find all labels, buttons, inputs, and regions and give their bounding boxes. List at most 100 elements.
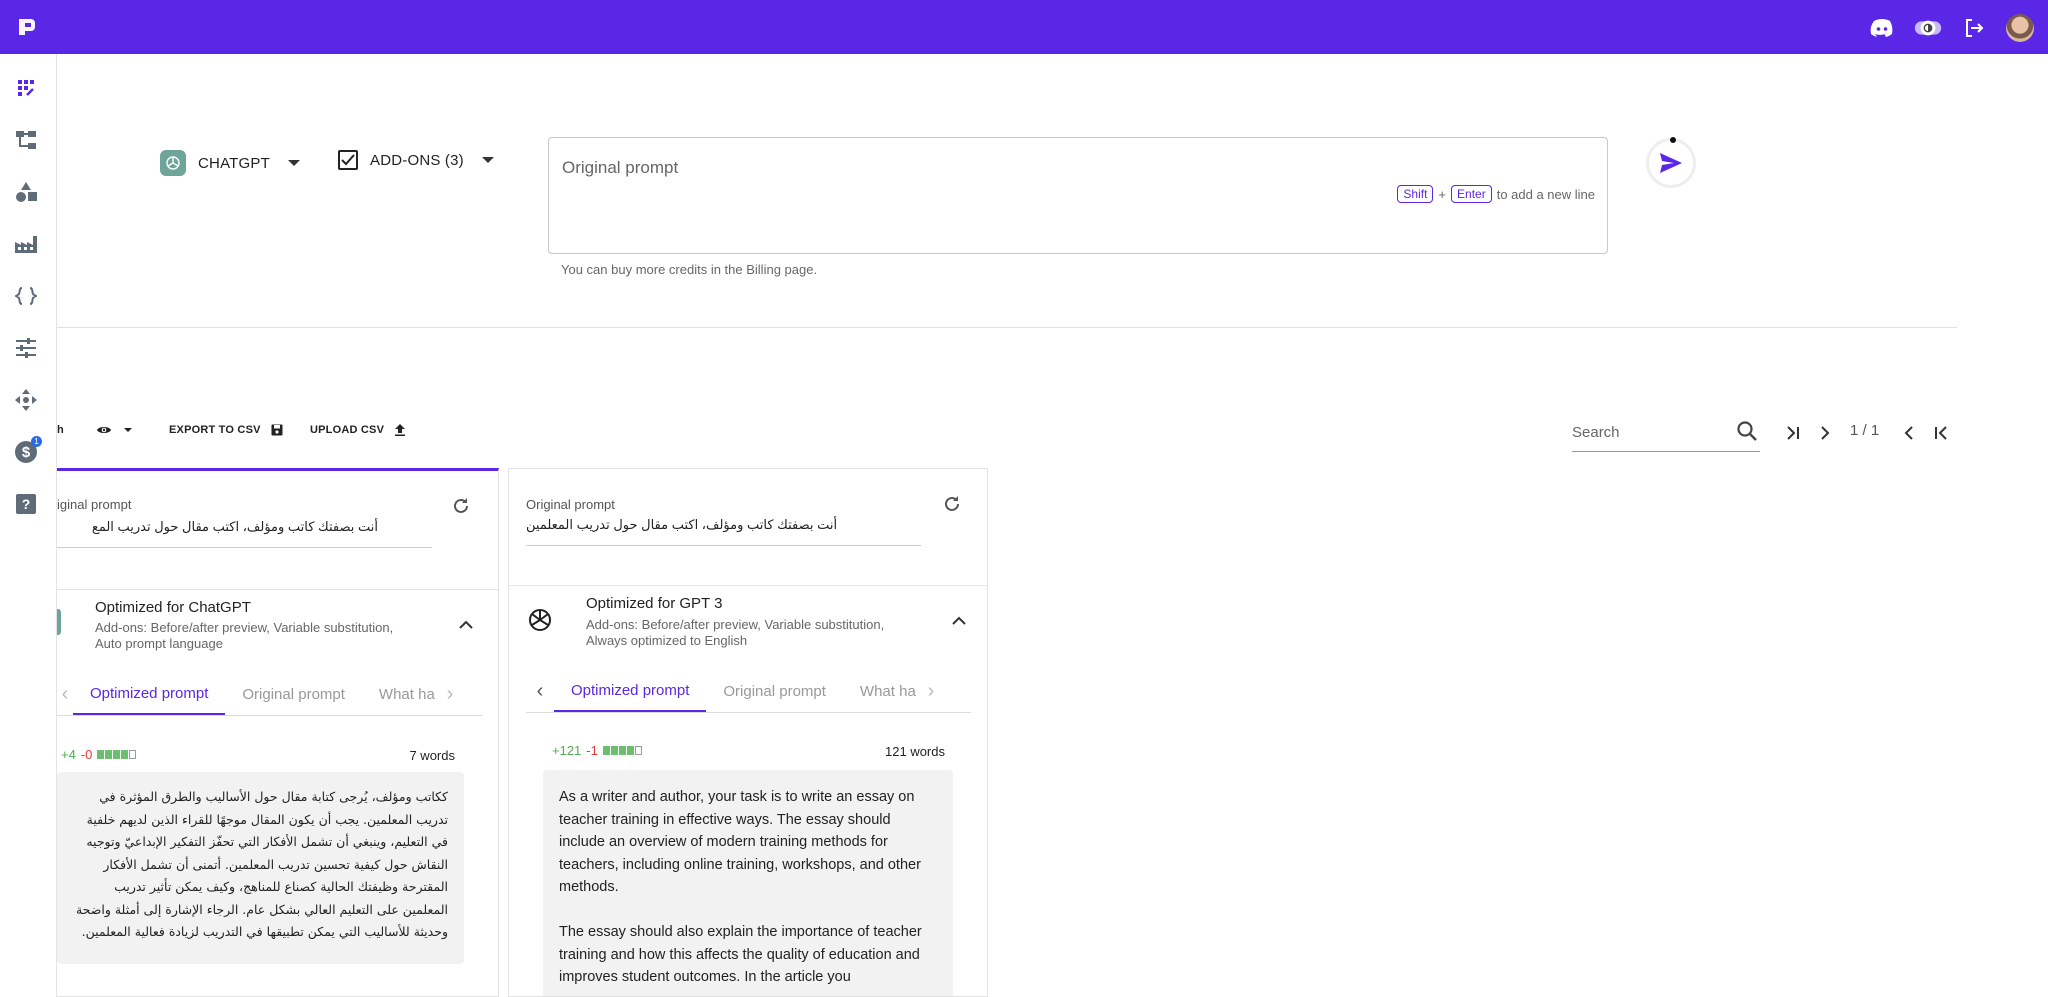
original-prompt-text: أنت بصفتك كاتب ومؤلف، اكتب مقال حول تدري… <box>526 517 838 532</box>
chevron-up-icon <box>952 616 966 625</box>
credits-note: You can buy more credits in the Billing … <box>561 262 818 277</box>
theme-toggle-icon[interactable] <box>1914 14 1942 42</box>
prompt-input[interactable]: Original prompt Shift + Enter to add a n… <box>548 137 1608 254</box>
diff-bar-segment <box>97 750 105 759</box>
chevron-down-icon <box>287 160 300 166</box>
last-page-icon <box>1787 426 1799 440</box>
refresh-icon <box>945 496 959 511</box>
enter-key-label: Enter <box>1451 185 1492 203</box>
search-icon[interactable] <box>1736 420 1758 442</box>
help-icon[interactable]: ? <box>12 490 40 518</box>
addons-line-1: Add-ons: Before/after preview, Variable … <box>586 617 885 632</box>
diff-bar-segment <box>602 746 610 755</box>
diff-bar-segment <box>121 750 129 759</box>
upload-icon <box>395 424 406 436</box>
tab-original-prompt[interactable]: Original prompt <box>706 671 843 712</box>
collapse-button[interactable] <box>949 611 969 631</box>
search-input[interactable] <box>1572 420 1722 444</box>
words-added: +121 <box>552 743 582 758</box>
words-removed: -1 <box>586 743 598 758</box>
svg-text:$: $ <box>22 444 31 461</box>
avatar[interactable] <box>2006 14 2034 42</box>
refresh-icon <box>454 498 468 513</box>
chevron-up-icon <box>459 620 473 629</box>
model-selector-label: CHATGPT <box>198 154 270 172</box>
tab-optimized-prompt[interactable]: Optimized prompt <box>73 674 226 715</box>
save-icon <box>271 424 283 436</box>
optimized-title: Optimized for GPT 3 <box>586 595 723 612</box>
model-selector[interactable]: CHATGPT <box>160 150 300 176</box>
eye-icon <box>97 427 111 433</box>
addons-selector[interactable]: ADD-ONS (3) <box>338 150 494 170</box>
page-indicator: 1 / 1 <box>1850 422 1880 439</box>
words-removed: -0 <box>80 747 93 762</box>
braces-icon[interactable] <box>12 282 40 310</box>
first-page-button[interactable] <box>1928 420 1954 446</box>
previous-page-button[interactable] <box>1896 420 1922 446</box>
partial-toolbar-item[interactable]: h <box>57 424 64 436</box>
openai-logo-icon <box>525 605 555 635</box>
export-csv-label: EXPORT TO CSV <box>169 424 261 436</box>
tab-scroll-right-icon[interactable]: › <box>436 674 464 715</box>
app-logo-icon[interactable] <box>16 16 38 38</box>
move-icon[interactable] <box>12 386 40 414</box>
tab-scroll-right-icon[interactable]: › <box>917 671 945 712</box>
diff-bar <box>602 746 642 755</box>
addons-line-2: Auto prompt language <box>95 636 223 651</box>
diff-bar-segment <box>129 750 137 759</box>
search-field[interactable] <box>1572 414 1760 452</box>
diff-stats: +121 -1 <box>552 743 642 758</box>
tab-what-happened[interactable]: What ha <box>843 671 917 712</box>
addons-line-1: Add-ons: Before/after preview, Variable … <box>95 620 394 635</box>
send-icon <box>1660 153 1682 173</box>
diff-bar <box>97 750 137 759</box>
addons-line-2: Always optimized to English <box>586 633 748 648</box>
tab-scroll-left-icon[interactable]: ‹ <box>526 671 554 712</box>
discord-icon[interactable] <box>1868 14 1896 42</box>
upload-csv-label: UPLOAD CSV <box>310 424 385 436</box>
checkbox-checked-icon <box>338 150 358 170</box>
send-button[interactable] <box>1646 137 1696 188</box>
last-page-button[interactable] <box>1780 420 1806 446</box>
original-prompt-underline <box>57 547 432 548</box>
plus-label: + <box>1438 186 1447 202</box>
original-prompt-underline <box>526 545 921 546</box>
tree-icon[interactable] <box>12 126 40 154</box>
collapse-button[interactable] <box>456 615 476 635</box>
upload-csv-button[interactable]: UPLOAD CSV <box>310 424 406 436</box>
export-csv-button[interactable]: EXPORT TO CSV <box>169 424 283 436</box>
refresh-button[interactable] <box>450 495 472 517</box>
chatgpt-logo-icon <box>57 609 61 635</box>
grid-icon[interactable] <box>12 74 40 102</box>
view-toggle-button[interactable] <box>96 424 132 436</box>
newline-hint: Shift + Enter to add a new line <box>1397 185 1595 203</box>
first-page-icon <box>1935 426 1947 440</box>
dollar-icon[interactable]: $ 1 <box>12 436 42 466</box>
original-prompt-label: Original prompt <box>526 497 615 512</box>
result-card-gpt3: Original prompt أنت بصفتك كاتب ومؤلف، اك… <box>508 468 988 997</box>
tab-scroll-left-icon[interactable]: ‹ <box>57 674 73 715</box>
diff-bar-segment <box>105 750 113 759</box>
result-tabs: ‹ Optimized prompt Original prompt What … <box>526 671 971 713</box>
tab-what-happened[interactable]: What ha <box>362 674 436 715</box>
newline-hint-text: to add a new line <box>1496 186 1595 202</box>
sliders-icon[interactable] <box>12 334 40 362</box>
tab-optimized-prompt[interactable]: Optimized prompt <box>554 671 707 712</box>
tab-original-prompt[interactable]: Original prompt <box>225 674 362 715</box>
chatgpt-logo-icon <box>160 150 186 176</box>
shapes-icon[interactable] <box>12 178 40 206</box>
diff-bar-segment <box>113 750 121 759</box>
word-count: 121 words <box>885 744 945 759</box>
logout-icon[interactable] <box>1960 14 1988 42</box>
top-app-bar <box>0 0 2048 54</box>
original-prompt-text: أنت بصفتك كاتب ومؤلف، اكتب مقال حول تدري… <box>91 519 378 534</box>
chevron-right-icon <box>1821 426 1830 440</box>
next-page-button[interactable] <box>1812 420 1838 446</box>
result-card-chatgpt: iginal prompt أنت بصفتك كاتب ومؤلف، اكتب… <box>57 468 499 997</box>
factory-icon[interactable] <box>12 230 40 258</box>
refresh-button[interactable] <box>941 493 963 515</box>
sidebar: $ 1 ? <box>0 54 57 997</box>
partial-toolbar-label: h <box>57 424 64 436</box>
svg-text:?: ? <box>22 496 31 512</box>
shift-key-label: Shift <box>1397 185 1434 203</box>
